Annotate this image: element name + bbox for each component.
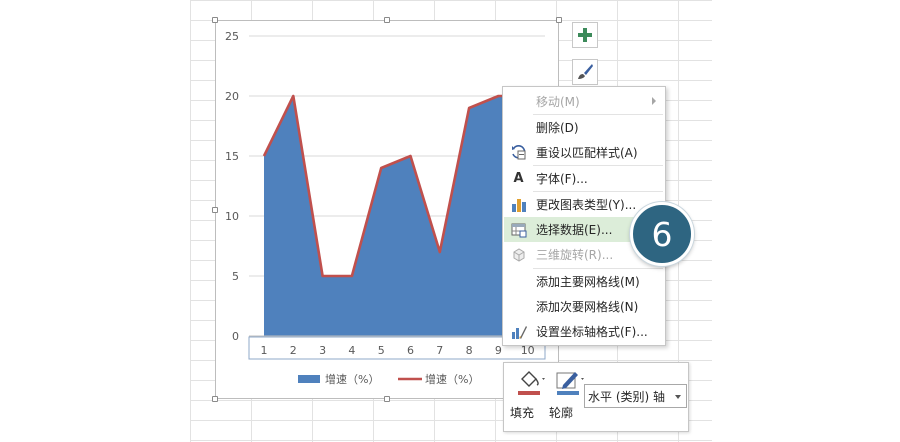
- legend-swatch-area: [298, 375, 320, 383]
- pen-outline-icon: [556, 372, 584, 395]
- font-icon: A: [513, 171, 524, 186]
- fill-button[interactable]: 填充: [510, 367, 546, 427]
- legend-label: 增速（%）: [425, 372, 479, 386]
- menu-item-format-axis[interactable]: 设置坐标轴格式(F)...: [504, 319, 664, 344]
- menu-item-font[interactable]: A 字体(F)...: [504, 166, 664, 191]
- chart-elements-button[interactable]: [572, 22, 598, 48]
- y-tick-label: 15: [225, 150, 239, 163]
- menu-item-add-major-gridlines[interactable]: 添加主要网格线(M): [504, 269, 664, 294]
- select-data-icon: [510, 221, 527, 238]
- chart-element-select[interactable]: 水平 (类别) 轴: [584, 384, 687, 408]
- menu-item-reset-style[interactable]: 重设以匹配样式(A): [504, 140, 664, 165]
- y-tick-label: 20: [225, 90, 239, 103]
- resize-handle-ml[interactable]: [212, 207, 218, 213]
- 3d-rotation-icon: [510, 246, 527, 263]
- x-tick-label: 6: [407, 344, 414, 357]
- y-tick-label: 0: [232, 330, 239, 343]
- menu-item-add-minor-gridlines[interactable]: 添加次要网格线(N): [504, 294, 664, 319]
- y-tick-label: 10: [225, 210, 239, 223]
- outline-button[interactable]: 轮廓: [549, 367, 585, 427]
- x-tick-label: 8: [466, 344, 473, 357]
- resize-handle-tm[interactable]: [384, 17, 390, 23]
- resize-handle-tl[interactable]: [212, 17, 218, 23]
- resize-handle-bl[interactable]: [212, 396, 218, 402]
- plus-icon: [578, 28, 592, 42]
- legend-label: 增速（%）: [325, 372, 379, 386]
- axis-format-icon: [510, 323, 527, 340]
- reset-style-icon: [510, 144, 527, 161]
- x-tick-label: 2: [290, 344, 297, 357]
- x-tick-label: 4: [348, 344, 355, 357]
- paint-bucket-icon: [518, 371, 545, 395]
- chart-type-icon: [510, 196, 527, 213]
- x-tick-label: 5: [378, 344, 385, 357]
- resize-handle-tr[interactable]: [556, 17, 562, 23]
- mini-toolbar: 填充 轮廓 水平 (类别) 轴: [503, 362, 689, 432]
- menu-item-delete[interactable]: 删除(D): [504, 115, 664, 140]
- menu-item-move[interactable]: 移动(M): [504, 89, 664, 114]
- resize-handle-bm[interactable]: [384, 396, 390, 402]
- y-tick-label: 5: [232, 270, 239, 283]
- x-tick-label: 7: [436, 344, 443, 357]
- x-tick-label: 9: [495, 344, 502, 357]
- submenu-arrow-icon: [652, 97, 656, 105]
- step-number-badge: 6: [630, 202, 694, 266]
- x-tick-label: 1: [261, 344, 268, 357]
- chart-styles-button[interactable]: [572, 59, 598, 85]
- y-tick-label: 25: [225, 30, 239, 43]
- dropdown-arrow-icon: [675, 395, 681, 399]
- series-area: [264, 96, 528, 336]
- x-tick-label: 3: [319, 344, 326, 357]
- brush-icon: [578, 64, 593, 79]
